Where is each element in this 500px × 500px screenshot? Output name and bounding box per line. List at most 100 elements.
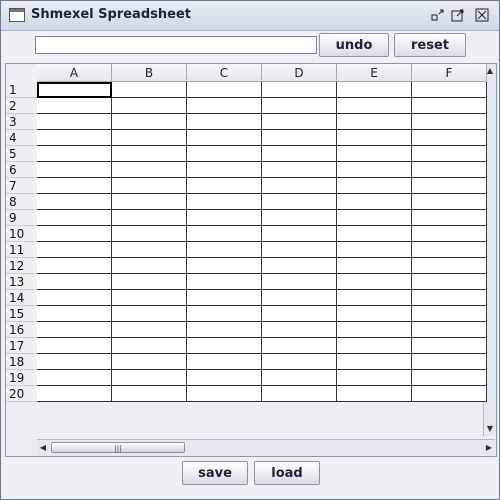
cell-b5[interactable] [112,146,187,162]
cell-f4[interactable] [412,130,487,146]
row-header[interactable]: 1 [6,82,37,98]
cell-e4[interactable] [337,130,412,146]
cell-a15[interactable] [37,306,112,322]
cell-c7[interactable] [187,178,262,194]
column-header-a[interactable]: A [37,64,112,82]
cell-c12[interactable] [187,258,262,274]
cell-d20[interactable] [262,386,337,402]
row-header[interactable]: 19 [6,370,37,386]
cell-d16[interactable] [262,322,337,338]
row-header[interactable]: 17 [6,338,37,354]
cell-f17[interactable] [412,338,487,354]
horizontal-scrollbar[interactable]: ◀ ||| ▶ [37,439,495,456]
save-button[interactable]: save [182,461,248,485]
cell-c20[interactable] [187,386,262,402]
cell-c2[interactable] [187,98,262,114]
cell-d17[interactable] [262,338,337,354]
cell-e9[interactable] [337,210,412,226]
cell-e13[interactable] [337,274,412,290]
cell-e11[interactable] [337,242,412,258]
cell-d19[interactable] [262,370,337,386]
cell-f13[interactable] [412,274,487,290]
cell-e14[interactable] [337,290,412,306]
cell-c5[interactable] [187,146,262,162]
cell-f15[interactable] [412,306,487,322]
cell-a14[interactable] [37,290,112,306]
cell-f14[interactable] [412,290,487,306]
row-header[interactable]: 18 [6,354,37,370]
cell-c17[interactable] [187,338,262,354]
cell-a11[interactable] [37,242,112,258]
scroll-right-icon[interactable]: ▶ [483,442,495,454]
cell-c16[interactable] [187,322,262,338]
cell-f6[interactable] [412,162,487,178]
cell-f18[interactable] [412,354,487,370]
cell-d15[interactable] [262,306,337,322]
row-header[interactable]: 11 [6,242,37,258]
cell-c19[interactable] [187,370,262,386]
row-header[interactable]: 10 [6,226,37,242]
undo-button[interactable]: undo [319,33,389,57]
cell-a9[interactable] [37,210,112,226]
cell-a20[interactable] [37,386,112,402]
cell-a4[interactable] [37,130,112,146]
cell-a19[interactable] [37,370,112,386]
cell-a5[interactable] [37,146,112,162]
scrollbar-thumb[interactable]: ||| [51,442,185,453]
maximize-icon[interactable] [451,8,465,22]
cell-f10[interactable] [412,226,487,242]
cell-b3[interactable] [112,114,187,130]
row-header[interactable]: 6 [6,162,37,178]
cell-f19[interactable] [412,370,487,386]
cell-f3[interactable] [412,114,487,130]
row-header[interactable]: 16 [6,322,37,338]
cell-c15[interactable] [187,306,262,322]
column-header-c[interactable]: C [187,64,262,82]
cell-c14[interactable] [187,290,262,306]
cell-b7[interactable] [112,178,187,194]
cell-d8[interactable] [262,194,337,210]
scroll-left-icon[interactable]: ◀ [37,442,49,454]
cell-d12[interactable] [262,258,337,274]
cell-f16[interactable] [412,322,487,338]
row-header[interactable]: 12 [6,258,37,274]
cell-b12[interactable] [112,258,187,274]
cell-f5[interactable] [412,146,487,162]
cell-e12[interactable] [337,258,412,274]
row-header[interactable]: 20 [6,386,37,402]
cell-b18[interactable] [112,354,187,370]
cell-b16[interactable] [112,322,187,338]
cell-f11[interactable] [412,242,487,258]
cell-a6[interactable] [37,162,112,178]
row-header[interactable]: 15 [6,306,37,322]
row-header[interactable]: 5 [6,146,37,162]
cell-f7[interactable] [412,178,487,194]
reset-button[interactable]: reset [394,33,466,57]
cell-e1[interactable] [337,82,412,98]
cell-c9[interactable] [187,210,262,226]
close-icon[interactable] [475,8,489,22]
cell-e18[interactable] [337,354,412,370]
cell-e2[interactable] [337,98,412,114]
cell-e15[interactable] [337,306,412,322]
load-button[interactable]: load [254,461,320,485]
cell-c10[interactable] [187,226,262,242]
minimize-icon[interactable] [431,8,445,22]
row-header[interactable]: 3 [6,114,37,130]
cell-a1[interactable] [37,82,112,98]
cell-d10[interactable] [262,226,337,242]
cell-d7[interactable] [262,178,337,194]
cell-c6[interactable] [187,162,262,178]
cell-a10[interactable] [37,226,112,242]
cell-d2[interactable] [262,98,337,114]
cell-c18[interactable] [187,354,262,370]
cell-d18[interactable] [262,354,337,370]
cell-a13[interactable] [37,274,112,290]
cell-b17[interactable] [112,338,187,354]
cell-a12[interactable] [37,258,112,274]
cell-e5[interactable] [337,146,412,162]
row-header[interactable]: 8 [6,194,37,210]
cell-f9[interactable] [412,210,487,226]
cell-f12[interactable] [412,258,487,274]
cell-b1[interactable] [112,82,187,98]
